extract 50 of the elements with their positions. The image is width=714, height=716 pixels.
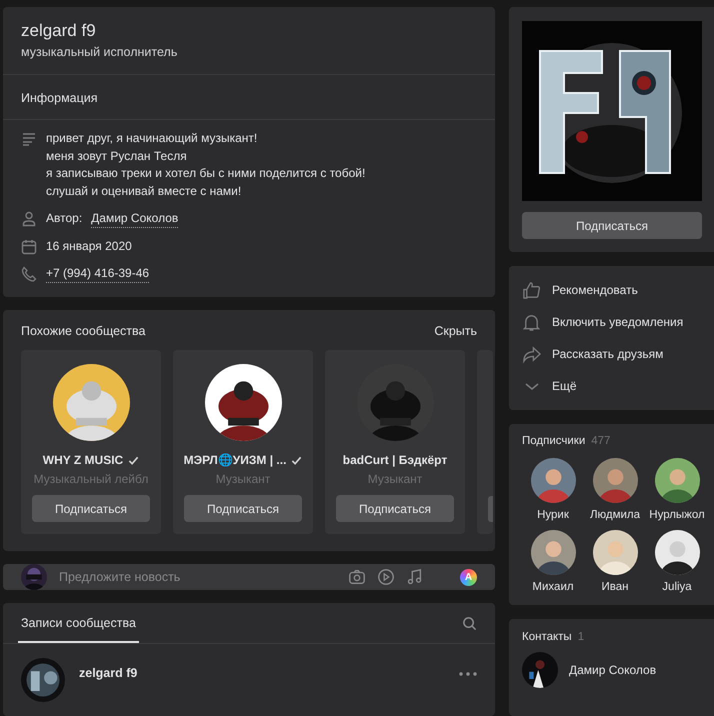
- action-link[interactable]: Включить уведомления: [552, 315, 684, 329]
- person-icon: [21, 211, 37, 227]
- author-link[interactable]: Дамир Соколов: [91, 210, 178, 228]
- post-author[interactable]: zelgard f9: [79, 666, 445, 680]
- more-icon[interactable]: [459, 672, 477, 676]
- bell-icon: [522, 312, 541, 332]
- section-title: Подписчики: [522, 435, 586, 447]
- author-label: Автор:: [46, 210, 82, 227]
- camera-icon[interactable]: [348, 568, 366, 586]
- hide-link[interactable]: Скрыть: [434, 324, 477, 338]
- community-name[interactable]: МЭРЛ🌐УИЗМ | ...: [184, 453, 286, 467]
- thumbs-up-icon: [522, 280, 541, 300]
- follower-name[interactable]: Людмила: [590, 509, 640, 521]
- follower-name[interactable]: Нурик: [537, 509, 569, 521]
- follower-name[interactable]: Нурлыжол: [649, 509, 705, 521]
- share-arrow-icon: [522, 344, 541, 364]
- section-title: Похожие сообщества: [21, 324, 146, 338]
- community-status: музыкальный исполнитель: [21, 45, 178, 59]
- community-category: Музыкант: [368, 472, 422, 486]
- community-name[interactable]: badCurt | Бэдкёрт: [342, 453, 448, 467]
- contact-name[interactable]: Дамир Соколов: [569, 663, 656, 677]
- subscribe-button[interactable]: Подписаться: [32, 495, 150, 522]
- chevron-down-icon: [525, 382, 539, 390]
- community-category: Музыкант: [216, 472, 270, 486]
- follower-name[interactable]: Juliya: [662, 581, 692, 593]
- phone-icon: [21, 266, 37, 282]
- play-icon[interactable]: [377, 568, 395, 586]
- community-category: Музыкальный лейбл: [34, 472, 148, 486]
- calendar-icon: [21, 239, 37, 255]
- subscribe-button[interactable]: Подписаться: [336, 495, 454, 522]
- subscribe-button[interactable]: Подписаться: [184, 495, 302, 522]
- action-link[interactable]: Рассказать друзьям: [552, 347, 664, 361]
- text-lines-icon: [21, 131, 37, 147]
- community-name[interactable]: WHY Z MUSIC: [42, 453, 124, 467]
- action-link[interactable]: Рекомендовать: [552, 283, 638, 297]
- posts-tab[interactable]: Записи сообщества: [18, 603, 139, 643]
- subscribe-button[interactable]: Подписаться: [522, 212, 702, 239]
- follower-name[interactable]: Михаил: [532, 581, 574, 593]
- phone-link[interactable]: +7 (994) 416-39-46: [46, 265, 150, 283]
- founded-date: 16 января 2020: [46, 238, 132, 255]
- follower-name[interactable]: Иван: [602, 581, 628, 593]
- follower-count: 477: [591, 435, 610, 447]
- community-name: zelgard f9: [21, 21, 97, 41]
- contact-count: 1: [578, 631, 584, 643]
- action-link[interactable]: Ещё: [552, 379, 577, 393]
- description: привет друг, я начинающий музыкант! меня зовут Руслан Тесля я записываю треки и хотел бы с ними поделится с тобой! слушай и оценивай вместе с нами!: [46, 130, 366, 200]
- music-note-icon[interactable]: [406, 568, 424, 586]
- search-icon[interactable]: [462, 616, 477, 630]
- section-title: Информация: [21, 91, 98, 105]
- section-title: Контакты: [522, 631, 572, 643]
